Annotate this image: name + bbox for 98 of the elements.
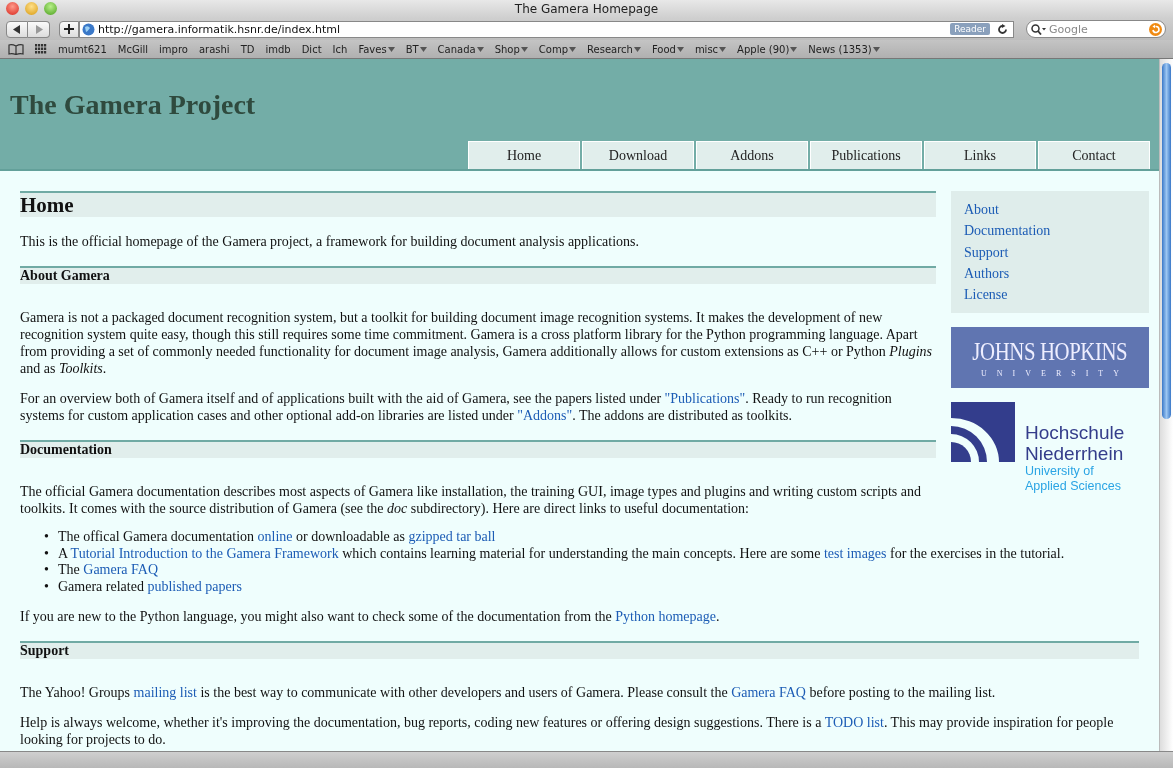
back-arrow-icon: [13, 24, 21, 34]
sidebar-link[interactable]: Support: [964, 241, 1136, 263]
bookmark-menu[interactable]: Canada: [437, 43, 484, 55]
link[interactable]: TODO list: [824, 715, 884, 731]
globe-icon: [82, 22, 95, 36]
caret-icon: [387, 46, 395, 52]
search-field[interactable]: Google: [1026, 20, 1166, 38]
caret-icon: [676, 46, 684, 52]
bookmark-menu[interactable]: News (1353): [808, 43, 880, 55]
paragraph: Gamera is not a packaged document recognition system, but a toolkit for building document image recognition systems. It makes the development of new recognition system quite easy, though this still requires some time commitment. Gamera is a cross platform library for the Python programming language. Apart from providing a set of commonly needed functionality for document image analysis, Gamera additionally allows for custom extensions as C++ or Python Plugins and as Toolkits.: [20, 309, 933, 377]
link[interactable]: gzipped tar ball: [408, 529, 496, 544]
close-button[interactable]: [6, 2, 19, 15]
bookmark-menu[interactable]: Faves: [358, 43, 395, 55]
book-icon[interactable]: [8, 43, 24, 55]
link[interactable]: online: [257, 529, 293, 544]
search-input[interactable]: Google: [1049, 22, 1147, 36]
link[interactable]: published papers: [147, 578, 242, 594]
bookmark[interactable]: TD: [240, 43, 255, 55]
caret-icon: [790, 46, 798, 52]
url-text: http://gamera.informatik.hsnr.de/index.html: [98, 22, 341, 36]
bookmark[interactable]: Ich: [332, 43, 348, 55]
address-field[interactable]: http://gamera.informatik.hsnr.de/index.html Reader: [79, 20, 1014, 38]
snapback-icon[interactable]: [1149, 22, 1162, 36]
section-heading: Support: [20, 641, 1139, 660]
university-logo[interactable]: JOHNS HOPKINS UNIVERSITY: [951, 327, 1149, 389]
page-heading: Home: [20, 191, 936, 217]
bookmark-menu[interactable]: Comp: [538, 43, 576, 55]
nav-tab[interactable]: Contact: [1038, 141, 1150, 169]
sidebar-link[interactable]: About: [964, 199, 1136, 221]
caret-icon: [476, 46, 484, 52]
list-item: Gamera related published papers: [58, 578, 242, 596]
bookmark[interactable]: impro: [159, 43, 188, 55]
back-button[interactable]: [6, 20, 28, 38]
link[interactable]: Gamera FAQ: [83, 562, 159, 578]
search-icon: [1031, 23, 1047, 35]
paragraph: This is the official homepage of the Gamera project, a framework for building document analysis applications.: [20, 233, 641, 250]
link[interactable]: mailing list: [133, 685, 197, 701]
bookmark-menu[interactable]: misc: [694, 43, 727, 55]
site-title: The Gamera Project: [10, 89, 257, 121]
sidebar-link[interactable]: License: [964, 284, 1136, 306]
bullet: •: [44, 529, 50, 546]
list-item: The offical Gamera documentation online or downloadable as gzipped tar ball: [58, 529, 496, 546]
section-heading: About Gamera: [20, 266, 936, 284]
caret-icon: [872, 46, 880, 52]
arc-logo-icon[interactable]: [951, 402, 1015, 463]
section-heading: Documentation: [20, 440, 936, 458]
logo-text: Niederrhein: [1025, 443, 1125, 465]
caret-icon: [719, 46, 727, 52]
caret-icon: [633, 46, 641, 52]
bookmark[interactable]: McGill: [117, 43, 149, 55]
sidebar-link[interactable]: Documentation: [964, 220, 1136, 242]
list-item: A Tutorial Introduction to the Gamera Framework which contains learning material for understanding the main concepts. Here are some test images for the exercises in the tutorial.: [58, 545, 1065, 563]
nav-tab[interactable]: Links: [924, 141, 1036, 169]
nav-tab[interactable]: Publications: [810, 141, 922, 169]
paragraph: The official Gamera documentation describes most aspects of Gamera like installation, the training GUI, image types and plugins and writing custom scripts and toolkits. It comes with the source distribution of Gamera (see the doc subdirectory). Here are direct links to useful documentation:: [20, 483, 922, 517]
nav-tab[interactable]: Addons: [696, 141, 808, 169]
logo-subtext: University of: [1025, 464, 1095, 480]
link[interactable]: Gamera FAQ: [731, 685, 806, 701]
sidebar-link[interactable]: Authors: [964, 262, 1136, 285]
caret-icon: [569, 46, 576, 52]
nav-tab[interactable]: Home: [468, 141, 580, 169]
link[interactable]: "Addons": [517, 408, 573, 423]
paragraph: For an overview both of Gamera itself and of applications built with the aid of Gamera, see the papers listed under "Publications". Ready to run recognition systems for custom application cases and other optional add-on libraries are listed under "Addons". The addons are distributed as toolkits.: [20, 390, 893, 424]
logo-text: Hochschule: [1025, 422, 1125, 444]
link[interactable]: test images: [823, 545, 887, 561]
bookmark-menu[interactable]: Apple (90): [737, 43, 798, 55]
bookmark-menu[interactable]: BT: [405, 43, 427, 55]
caret-icon: [520, 46, 528, 52]
scroll-thumb[interactable]: [1162, 63, 1171, 419]
paragraph: The Yahoo! Groups mailing list is the best way to communicate with other developers and users of Gamera. Please consult the Gamera FAQ before posting to the mailing list.: [20, 684, 997, 702]
bullet: •: [44, 545, 50, 563]
bookmark[interactable]: imdb: [265, 43, 291, 55]
caret-icon: [419, 46, 427, 52]
paragraph: If you are new to the Python language, you might also want to check some of the documentation from the Python homepage.: [20, 608, 721, 626]
link[interactable]: "Publications": [664, 391, 746, 406]
plus-icon: [64, 24, 74, 34]
bookmark[interactable]: Dict: [301, 43, 322, 55]
add-bookmark-button[interactable]: [59, 20, 79, 38]
link[interactable]: Tutorial Introduction to the Gamera Framework: [70, 545, 339, 561]
bookmark[interactable]: mumt621: [58, 43, 107, 55]
grid-icon[interactable]: [35, 44, 47, 54]
bookmark-menu[interactable]: Shop: [494, 43, 528, 55]
scrollbar[interactable]: [1159, 59, 1173, 751]
bookmark[interactable]: arashi: [198, 43, 230, 55]
logo-subtext: Applied Sciences: [1025, 479, 1122, 495]
bookmark-menu[interactable]: Food: [651, 43, 684, 55]
bullet: •: [44, 578, 50, 596]
window-title: The Gamera Homepage: [514, 2, 659, 16]
bookmark-menu[interactable]: Research: [587, 43, 641, 55]
bullet: •: [44, 562, 50, 579]
logo-text: JOHNS HOPKINS: [972, 338, 1128, 366]
logo-subtext: UNIVERSITY: [981, 369, 1129, 378]
forward-arrow-icon: [34, 24, 43, 34]
reload-icon[interactable]: [997, 23, 1008, 35]
link[interactable]: Python homepage: [615, 609, 716, 625]
paragraph: Help is always welcome, whether it's improving the documentation, bug reports, coding new features or offering design suggestions. There is a TODO list. This may provide inspiration for people looking for projects to do.: [20, 714, 1115, 749]
nav-tab[interactable]: Download: [582, 141, 694, 169]
list-item: The Gamera FAQ: [58, 562, 159, 579]
